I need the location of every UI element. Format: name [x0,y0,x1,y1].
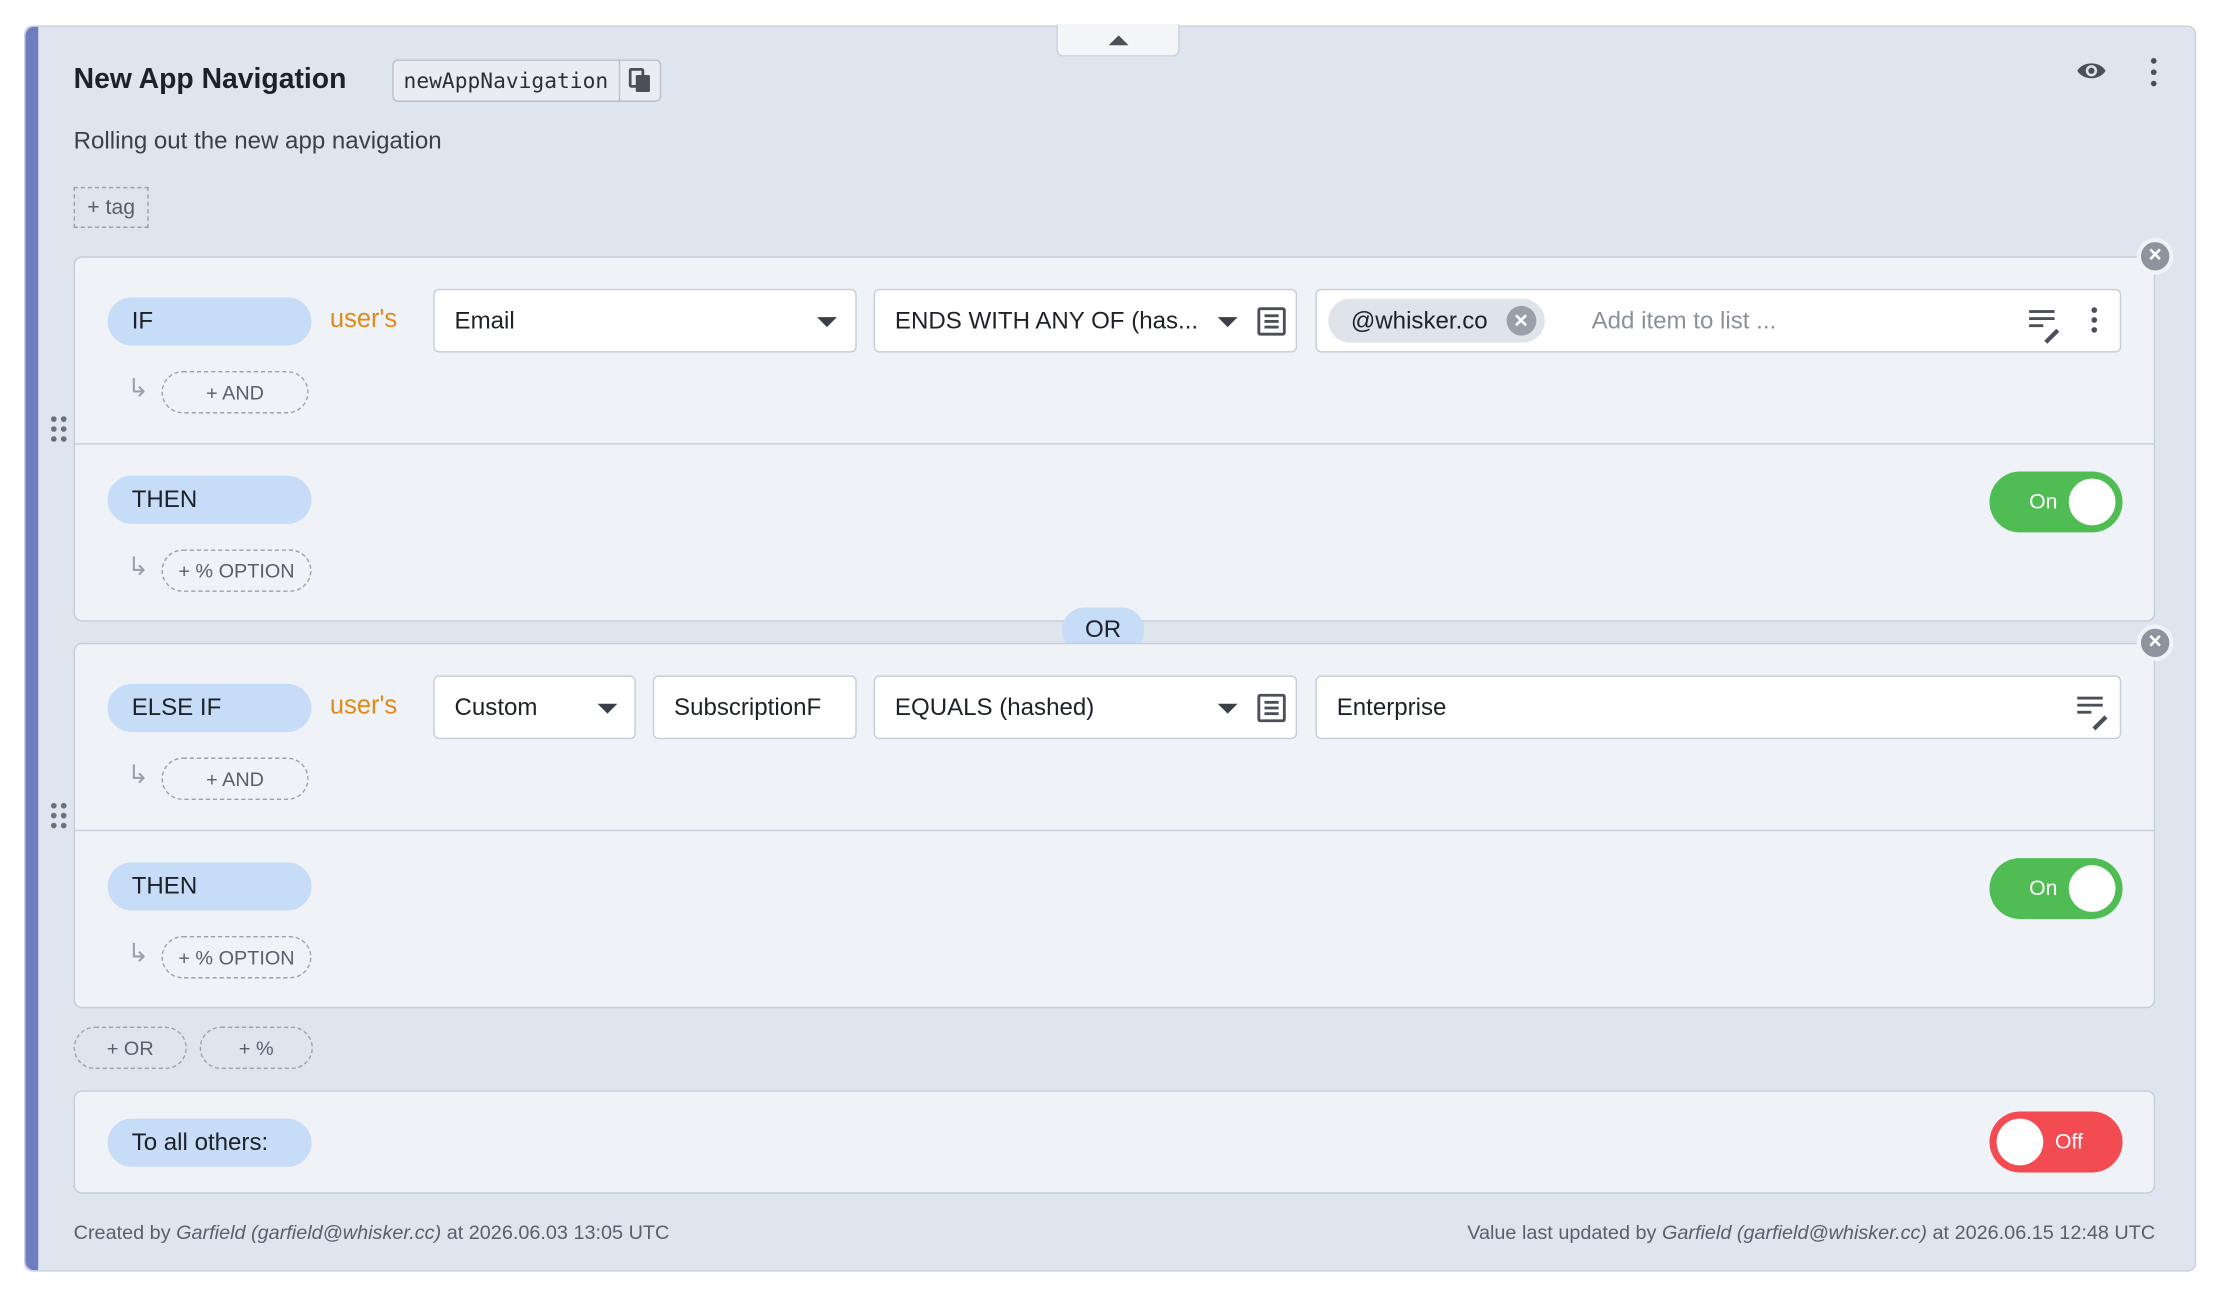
value-chip-label: @whisker.co [1350,306,1488,334]
value-chip: @whisker.co ✕ [1328,298,1545,343]
feature-flag-card: New App Navigation newAppNavigation Roll… [24,24,2197,1272]
then-label: THEN [107,475,312,524]
sub-arrow-icon: ↳ [127,938,149,968]
sub-arrow-icon: ↳ [127,552,149,581]
operator-select[interactable]: ENDS WITH ANY OF (has... [873,288,1298,353]
flag-key: newAppNavigation [403,67,609,94]
close-icon: × [2148,630,2162,655]
subject-label: user's [329,304,398,333]
close-icon: × [2148,243,2162,268]
add-percent-button[interactable]: + % [199,1026,313,1070]
card-accent-bar [25,26,39,1271]
edit-list-icon[interactable] [2077,696,2108,731]
remove-rule-button[interactable]: × [2136,624,2174,662]
created-user: Garfield (garfield@whisker.cc) [176,1220,442,1244]
then-label: THEN [107,862,312,911]
updated-info: Value last updated by Garfield (garfield… [1467,1220,2156,1244]
updated-user: Garfield (garfield@whisker.cc) [1661,1220,1928,1244]
caret-down-icon [817,317,837,328]
rule-if: × IF user's Email ENDS WITH ANY OF (has.… [50,237,2174,622]
add-and-button[interactable]: + AND [161,370,309,414]
more-options-icon[interactable] [2090,307,2098,335]
else-if-label: ELSE IF [107,683,312,733]
remove-chip-icon[interactable]: ✕ [1506,305,1536,336]
operator-value: EQUALS (hashed) [894,693,1095,721]
more-menu-icon[interactable] [2142,55,2165,89]
toggle-label: Off [2054,1129,2083,1155]
value-input[interactable]: Enterprise [1315,675,2122,740]
operator-select[interactable]: EQUALS (hashed) [873,675,1298,740]
value-list-input[interactable]: @whisker.co ✕ Add item to list ... [1315,288,2122,353]
if-label: IF [107,297,312,346]
flag-key-chip: newAppNavigation [392,59,661,102]
default-rule: To all others: Off [73,1090,2156,1194]
attribute-select[interactable]: Email [433,288,857,353]
custom-attribute-input[interactable]: SubscriptionF [652,675,857,740]
sub-arrow-icon: ↳ [127,373,149,403]
then-toggle[interactable]: On [1989,471,2123,533]
flag-title: New App Navigation [73,63,347,95]
attribute-select[interactable]: Custom [433,675,636,740]
list-icon[interactable] [1257,307,1286,336]
add-percent-option-button[interactable]: + % OPTION [161,935,312,979]
copy-icon [627,67,650,93]
rule-else-if: × ELSE IF user's Custom SubscriptionF EQ… [50,624,2174,1009]
custom-attribute-value: SubscriptionF [674,693,822,721]
chevron-up-icon [1108,34,1128,45]
eye-icon[interactable] [2073,55,2110,86]
add-and-button[interactable]: + AND [161,757,309,801]
created-info: Created by Garfield (garfield@whisker.cc… [73,1220,670,1244]
collapse-button[interactable] [1056,24,1180,57]
remove-rule-button[interactable]: × [2136,237,2174,275]
attribute-value: Email [454,306,515,334]
flag-description: Rolling out the new app navigation [73,127,442,155]
attribute-value: Custom [454,693,538,721]
toggle-label: On [2029,876,2058,901]
value-text: Enterprise [1336,693,1447,721]
default-toggle[interactable]: Off [1989,1111,2123,1173]
edit-list-icon[interactable] [2029,310,2060,344]
operator-value: ENDS WITH ANY OF (has... [894,306,1199,334]
to-all-others-label: To all others: [107,1118,312,1167]
sub-arrow-icon: ↳ [127,760,149,789]
then-toggle[interactable]: On [1989,858,2123,919]
caret-down-icon [1217,317,1238,328]
drag-handle-icon[interactable] [50,802,68,829]
add-percent-option-button[interactable]: + % OPTION [161,549,312,592]
subject-label: user's [329,691,398,720]
toggle-label: On [2029,489,2058,515]
add-item-placeholder[interactable]: Add item to list ... [1592,307,1777,335]
add-or-button[interactable]: + OR [73,1026,187,1070]
list-icon[interactable] [1257,693,1286,723]
add-tag-button[interactable]: + tag [73,186,149,228]
caret-down-icon [1217,703,1238,714]
drag-handle-icon[interactable] [50,416,68,442]
caret-down-icon [597,703,618,714]
copy-key-button[interactable] [618,60,659,101]
